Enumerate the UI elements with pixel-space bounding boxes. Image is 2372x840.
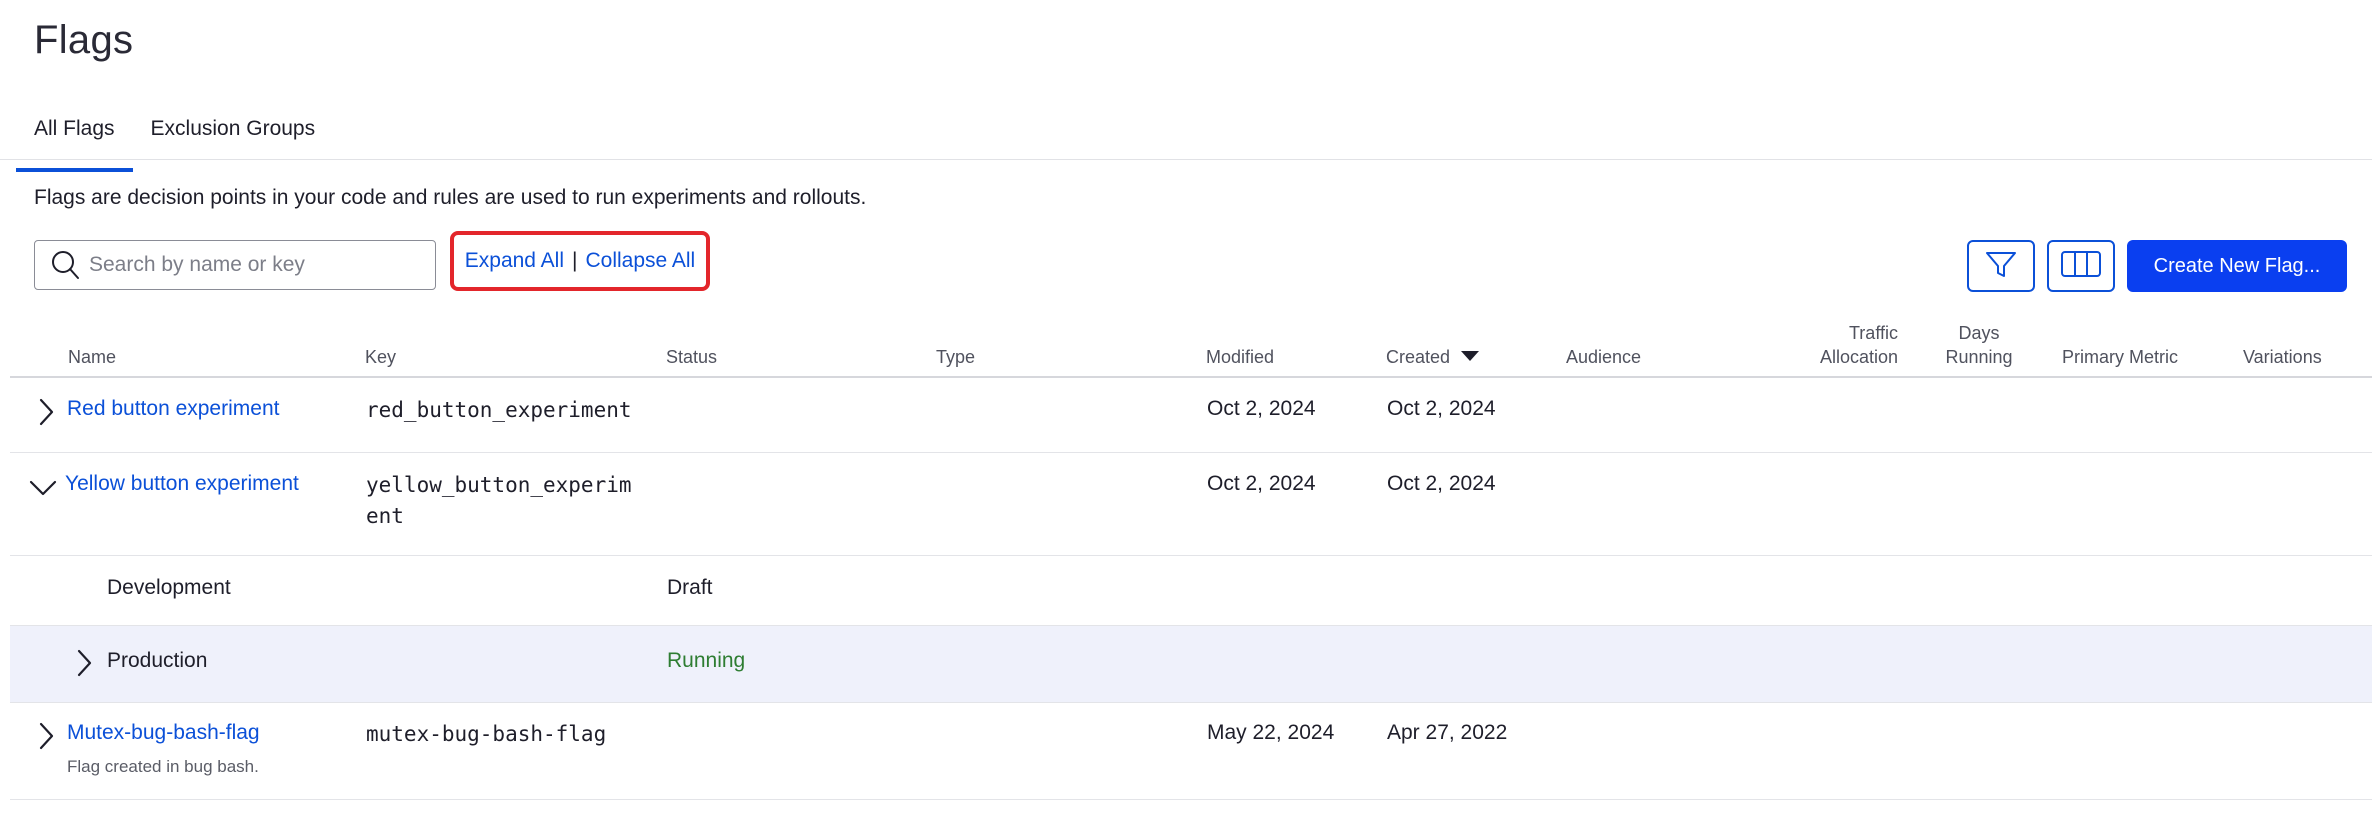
environment-status: Draft <box>667 576 713 599</box>
search-input[interactable] <box>87 252 421 278</box>
expand-collapse-separator: | <box>572 249 578 272</box>
filter-button[interactable] <box>1967 240 2035 292</box>
column-header-days-line1: Days <box>1958 323 2000 343</box>
flag-key-line2: ent <box>366 504 404 528</box>
tabs-divider <box>0 159 2372 160</box>
sort-descending-icon <box>1460 345 1480 369</box>
create-new-flag-button[interactable]: Create New Flag... <box>2127 240 2347 292</box>
column-header-variations[interactable]: Variations <box>2243 345 2322 369</box>
flag-name-link[interactable]: Yellow button experiment <box>65 468 299 499</box>
column-header-traffic-allocation[interactable]: Traffic Allocation <box>1790 321 1898 369</box>
page-description: Flags are decision points in your code a… <box>34 186 867 209</box>
flag-key: mutex-bug-bash-flag <box>366 722 607 746</box>
flag-name-link[interactable]: Red button experiment <box>67 393 279 424</box>
search-icon <box>47 247 83 283</box>
flag-description: Flag created in bug bash. <box>67 757 259 776</box>
column-header-audience[interactable]: Audience <box>1566 345 1641 369</box>
flag-modified: Oct 2, 2024 <box>1207 397 1316 420</box>
flag-modified: Oct 2, 2024 <box>1207 472 1316 495</box>
column-header-status[interactable]: Status <box>666 345 717 369</box>
flag-name-link[interactable]: Mutex-bug-bash-flag <box>67 717 260 748</box>
tab-all-flags[interactable]: All Flags <box>16 108 133 172</box>
flag-key: red_button_experiment <box>366 398 632 422</box>
chevron-right-icon[interactable] <box>34 397 58 427</box>
expand-all-link[interactable]: Expand All <box>465 249 564 273</box>
column-header-traffic-line1: Traffic <box>1848 323 1898 343</box>
expand-collapse-group: Expand All | Collapse All <box>450 231 710 291</box>
column-header-key[interactable]: Key <box>365 345 396 369</box>
columns-button[interactable] <box>2047 240 2115 292</box>
column-header-days-running[interactable]: Days Running <box>1936 321 2022 369</box>
environment-row: Development Draft <box>10 556 2372 626</box>
flags-page: Flags All Flags Exclusion Groups Flags a… <box>0 0 2372 840</box>
chevron-right-icon[interactable] <box>34 721 58 751</box>
column-header-created[interactable]: Created <box>1386 345 1480 369</box>
tab-exclusion-groups[interactable]: Exclusion Groups <box>133 108 334 162</box>
chevron-down-icon[interactable] <box>28 475 58 499</box>
tab-bar: All Flags Exclusion Groups <box>16 108 334 172</box>
table-row[interactable]: Red button experiment red_button_experim… <box>10 378 2372 453</box>
table-row[interactable]: Mutex-bug-bash-flag Flag created in bug … <box>10 703 2372 800</box>
search-box[interactable] <box>34 240 436 290</box>
filter-icon <box>1984 247 2018 286</box>
column-header-type[interactable]: Type <box>936 345 975 369</box>
columns-icon <box>2060 249 2102 284</box>
chevron-right-icon[interactable] <box>72 648 96 678</box>
environment-row[interactable]: Production Running <box>10 626 2372 703</box>
environment-name: Production <box>107 649 208 672</box>
table-row[interactable]: Yellow button experiment yellow_button_e… <box>10 453 2372 556</box>
flag-key-line1: yellow_button_experim <box>366 473 632 497</box>
column-header-primary-metric[interactable]: Primary Metric <box>2062 345 2178 369</box>
column-header-days-line2: Running <box>1945 347 2013 367</box>
column-header-created-label: Created <box>1386 347 1451 367</box>
page-title: Flags <box>34 18 134 62</box>
environment-status: Running <box>667 649 746 672</box>
flag-created: Oct 2, 2024 <box>1387 472 1496 495</box>
flag-key: yellow_button_experim ent <box>366 470 632 532</box>
collapse-all-link[interactable]: Collapse All <box>585 249 695 273</box>
column-header-traffic-line2: Allocation <box>1819 347 1898 367</box>
flag-created: Oct 2, 2024 <box>1387 397 1496 420</box>
environment-name: Development <box>107 576 231 599</box>
column-header-modified[interactable]: Modified <box>1206 345 1274 369</box>
flag-created: Apr 27, 2022 <box>1387 721 1508 744</box>
column-header-name[interactable]: Name <box>68 345 116 369</box>
flag-modified: May 22, 2024 <box>1207 721 1335 744</box>
